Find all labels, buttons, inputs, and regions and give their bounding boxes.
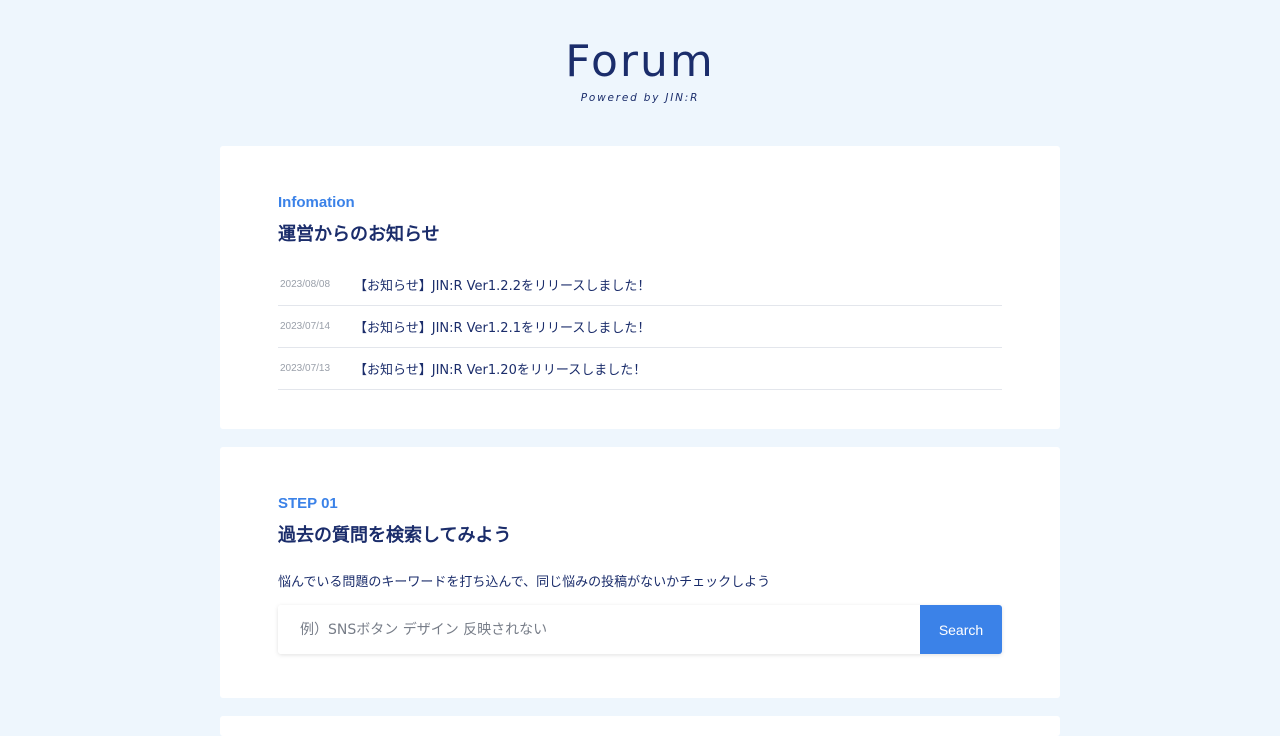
news-date: 2023/07/13	[280, 363, 331, 374]
forum-logo[interactable]: Forum Powered by JIN:R	[550, 32, 730, 108]
news-item[interactable]: 2023/08/08 【お知らせ】JIN:R Ver1.2.2をリリースしました…	[278, 264, 1002, 306]
news-date: 2023/08/08	[280, 279, 331, 290]
search-button[interactable]: Search	[920, 605, 1002, 654]
step-title: 過去の質問を検索してみよう	[278, 525, 512, 546]
news-title[interactable]: 【お知らせ】JIN:R Ver1.2.2をリリースしました！	[354, 275, 650, 294]
logo-subtitle: Powered by JIN:R	[580, 92, 700, 104]
news-date: 2023/07/14	[280, 321, 331, 332]
step-eyebrow: STEP 01	[278, 495, 338, 512]
search-input[interactable]	[278, 605, 920, 654]
info-eyebrow: Infomation	[278, 194, 355, 211]
news-item[interactable]: 2023/07/13 【お知らせ】JIN:R Ver1.20をリリースしました！	[278, 348, 1002, 390]
news-title[interactable]: 【お知らせ】JIN:R Ver1.20をリリースしました！	[354, 359, 646, 378]
logo-text: Forum	[565, 36, 715, 87]
site-header: Forum Powered by JIN:R	[0, 0, 1280, 146]
step-description: 悩んでいる問題のキーワードを打ち込んで、同じ悩みの投稿がないかチェックしよう	[278, 575, 771, 590]
news-title[interactable]: 【お知らせ】JIN:R Ver1.2.1をリリースしました！	[354, 317, 650, 336]
search-step-card: STEP 01 過去の質問を検索してみよう 悩んでいる問題のキーワードを打ち込ん…	[220, 447, 1060, 698]
news-list: 2023/08/08 【お知らせ】JIN:R Ver1.2.2をリリースしました…	[278, 264, 1002, 390]
info-title: 運営からのお知らせ	[278, 224, 440, 245]
search-form: Search	[278, 605, 1002, 654]
news-item[interactable]: 2023/07/14 【お知らせ】JIN:R Ver1.2.1をリリースしました…	[278, 306, 1002, 348]
next-card	[220, 716, 1060, 736]
information-card: Infomation 運営からのお知らせ 2023/08/08 【お知らせ】JI…	[220, 146, 1060, 429]
